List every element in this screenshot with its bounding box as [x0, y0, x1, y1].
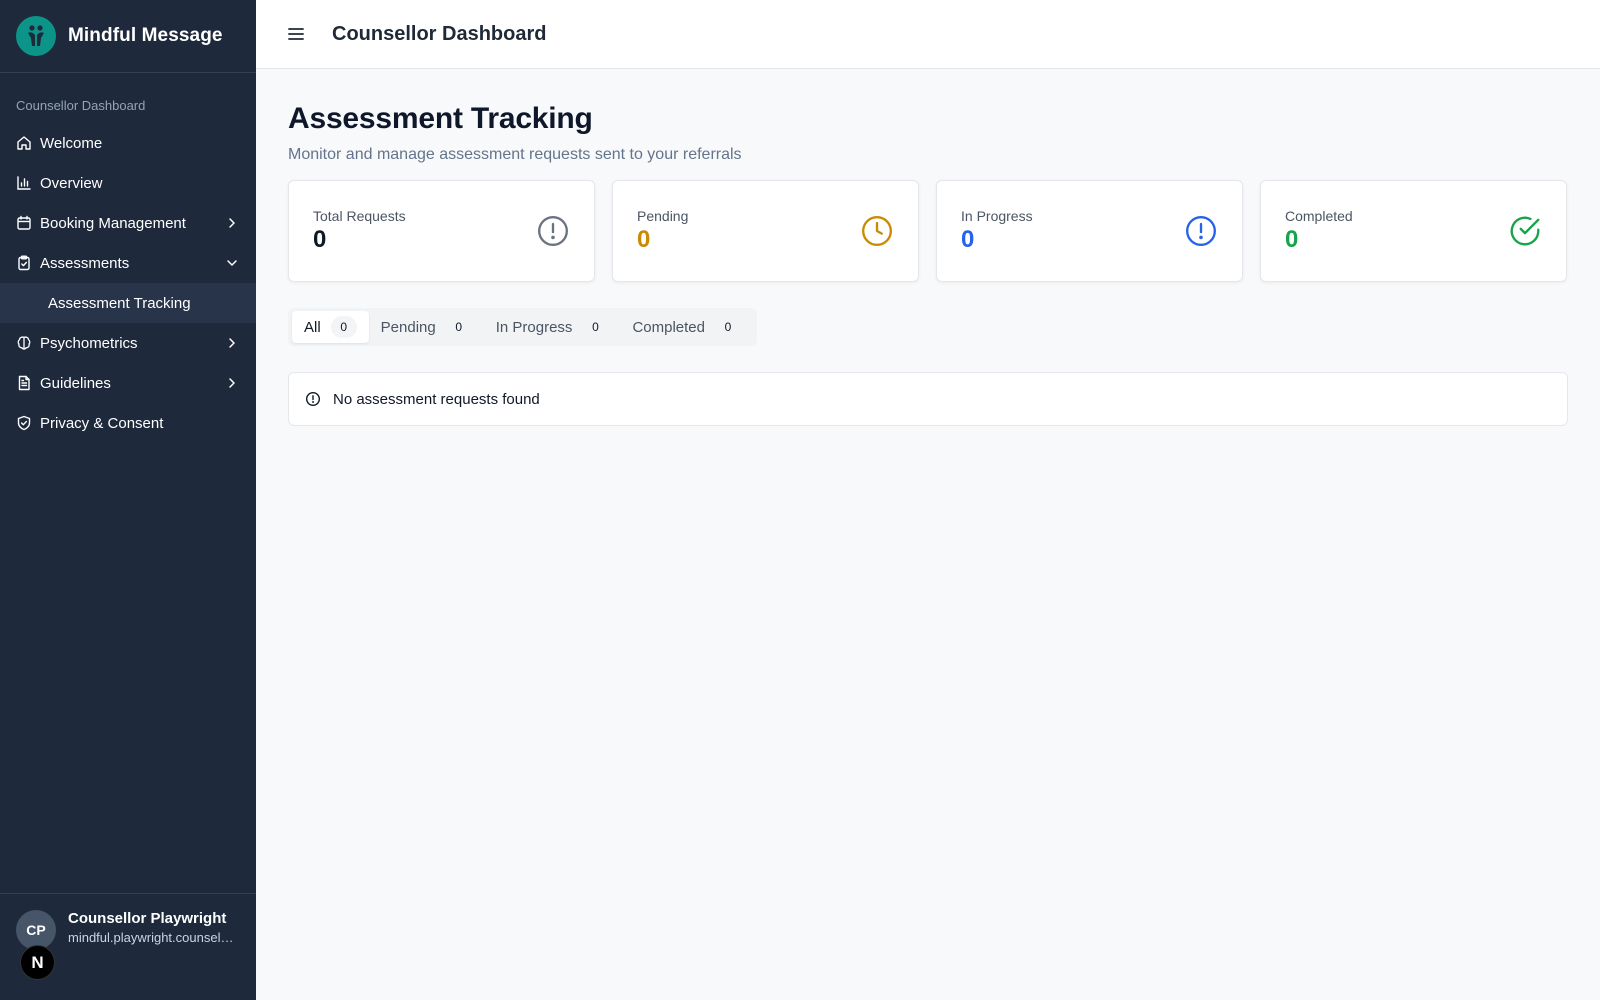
tab-count-badge: 0 [330, 316, 357, 338]
tab-count-badge: 0 [724, 320, 732, 334]
stat-card-value: 0 [1285, 226, 1299, 253]
bar-chart-icon [16, 175, 32, 191]
stat-card-value: 0 [637, 226, 651, 253]
chevron-right-icon [224, 375, 240, 391]
brand-logo-icon [16, 16, 56, 56]
chevron-down-icon [224, 255, 240, 271]
sidebar-item-label: Assessments [40, 254, 130, 272]
sidebar-item-label: Psychometrics [40, 334, 138, 352]
tab-in-progress[interactable]: In Progress 0 [484, 311, 621, 343]
user-email: mindful.playwright.counsellor@example.co… [68, 930, 236, 945]
brain-icon [16, 335, 32, 351]
menu-toggle-icon[interactable] [286, 24, 306, 44]
calendar-icon [16, 215, 32, 231]
sidebar-nav: Welcome Overview Booking Management Asse… [0, 123, 256, 443]
clock-icon [862, 216, 892, 246]
sidebar-item-label: Guidelines [40, 374, 111, 392]
chevron-right-icon [224, 215, 240, 231]
stat-card-label: Total Requests [313, 208, 406, 224]
tab-pending[interactable]: Pending 0 [369, 311, 484, 343]
page-title: Assessment Tracking [288, 102, 593, 135]
check-circle-icon [1510, 216, 1540, 246]
header-title: Counsellor Dashboard [332, 22, 547, 45]
empty-state-alert: No assessment requests found [288, 372, 1568, 426]
sidebar-item-booking-management[interactable]: Booking Management [0, 203, 256, 243]
status-tabs: All 0 Pending 0 In Progress 0 Completed … [288, 308, 757, 346]
stat-card-total-requests: Total Requests 0 [288, 180, 595, 282]
alert-circle-icon [538, 216, 568, 246]
tab-all[interactable]: All 0 [292, 311, 369, 343]
sidebar-item-label: Overview [40, 174, 103, 192]
brand[interactable]: Mindful Message [0, 0, 256, 73]
user-name: Counsellor Playwright [68, 910, 227, 927]
stat-card-label: In Progress [961, 208, 1033, 224]
tab-label: Pending [380, 318, 436, 336]
brand-name: Mindful Message [68, 25, 223, 46]
avatar: CP [16, 910, 56, 950]
stat-card-value: 0 [313, 226, 327, 253]
user-info: Counsellor Playwright mindful.playwright… [68, 910, 236, 945]
tab-count-badge: 0 [592, 320, 599, 334]
shield-check-icon [16, 415, 32, 431]
sidebar-item-label: Privacy & Consent [40, 414, 164, 432]
dev-tools-badge[interactable]: N [20, 945, 55, 980]
sidebar-section-label: Counsellor Dashboard [16, 98, 146, 113]
page-subtitle: Monitor and manage assessment requests s… [288, 146, 742, 163]
sidebar-item-psychometrics[interactable]: Psychometrics [0, 323, 256, 363]
clipboard-check-icon [16, 255, 32, 271]
alert-circle-icon [1186, 216, 1216, 246]
stats-cards: Total Requests 0 Pending 0 In Progress 0… [288, 180, 1568, 282]
document-icon [16, 375, 32, 391]
main-content: Assessment Tracking Monitor and manage a… [288, 69, 1568, 426]
chevron-right-icon [224, 335, 240, 351]
stat-card-pending: Pending 0 [612, 180, 919, 282]
info-circle-icon [305, 391, 321, 407]
sidebar: Mindful Message Counsellor Dashboard Wel… [0, 0, 256, 1000]
tab-label: Completed [632, 318, 705, 336]
home-icon [16, 135, 32, 151]
empty-state-message: No assessment requests found [333, 390, 540, 408]
sidebar-item-overview[interactable]: Overview [0, 163, 256, 203]
stat-card-label: Completed [1285, 208, 1353, 224]
sidebar-item-guidelines[interactable]: Guidelines [0, 363, 256, 403]
top-header: Counsellor Dashboard [256, 0, 1600, 69]
tab-label: All [304, 318, 321, 336]
tab-completed[interactable]: Completed 0 [620, 311, 753, 343]
sidebar-subitem-assessment-tracking[interactable]: Assessment Tracking [0, 283, 256, 323]
sidebar-item-welcome[interactable]: Welcome [0, 123, 256, 163]
stat-card-label: Pending [637, 208, 689, 224]
sidebar-item-label: Welcome [40, 134, 103, 152]
stat-card-completed: Completed 0 [1260, 180, 1567, 282]
tab-label: In Progress [495, 318, 573, 336]
tab-count-badge: 0 [455, 320, 463, 334]
sidebar-item-label: Booking Management [40, 214, 186, 232]
sidebar-item-assessments[interactable]: Assessments [0, 243, 256, 283]
stat-card-in-progress: In Progress 0 [936, 180, 1243, 282]
sidebar-item-privacy-consent[interactable]: Privacy & Consent [0, 403, 256, 443]
stat-card-value: 0 [961, 226, 975, 253]
